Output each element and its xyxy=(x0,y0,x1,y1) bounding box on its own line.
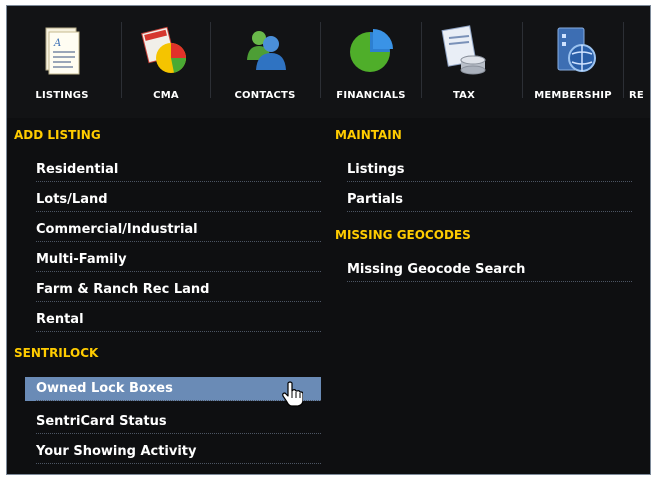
menu-item-rental[interactable]: Rental xyxy=(25,308,321,332)
toolbar-divider xyxy=(623,22,624,98)
missing-geocodes-heading: MISSING GEOCODES xyxy=(335,228,471,242)
toolbar-label: TAX xyxy=(452,90,476,101)
toolbar-divider xyxy=(320,22,321,98)
toolbar-cma[interactable]: CMA xyxy=(125,18,207,110)
menu-item-partials[interactable]: Partials xyxy=(336,188,632,212)
toolbar-label: FINANCIALS xyxy=(336,90,406,101)
menu-item-residential[interactable]: Residential xyxy=(25,158,321,182)
toolbar-contacts[interactable]: CONTACTS xyxy=(220,18,310,110)
listings-icon: A xyxy=(45,27,80,75)
toolbar-label: MEMBERSHIP xyxy=(534,90,612,101)
maintain-heading: MAINTAIN xyxy=(335,128,402,142)
toolbar-divider xyxy=(421,22,422,98)
sentrilock-heading: SENTRILOCK xyxy=(14,346,99,360)
hand-cursor-icon xyxy=(282,381,303,407)
cma-icon xyxy=(141,26,186,73)
menu-item-farm-ranch[interactable]: Farm & Ranch Rec Land xyxy=(25,278,321,302)
svg-text:A: A xyxy=(53,38,61,49)
toolbar-divider xyxy=(210,22,211,98)
toolbar-label: CMA xyxy=(153,90,179,101)
toolbar-label: LISTINGS xyxy=(35,90,89,101)
toolbar-label: RE xyxy=(629,90,644,101)
toolbar-tax[interactable]: TAX xyxy=(427,18,501,110)
toolbar-label: CONTACTS xyxy=(234,90,296,101)
toolbar-financials[interactable]: FINANCIALS xyxy=(325,18,417,110)
menu-item-sentricard-status[interactable]: SentriCard Status xyxy=(25,410,321,434)
menu-item-owned-lock-boxes[interactable]: Owned Lock Boxes xyxy=(25,377,321,401)
toolbar-divider xyxy=(121,22,122,98)
toolbar-membership[interactable]: MEMBERSHIP xyxy=(523,18,623,110)
menu-item-multi-family[interactable]: Multi-Family xyxy=(25,248,321,272)
menu-item-missing-geocode-search[interactable]: Missing Geocode Search xyxy=(336,258,632,282)
menu-panel: A LISTINGS CMA CONTACTS FINANCIALS TAX M… xyxy=(6,5,651,475)
add-listing-heading: ADD LISTING xyxy=(14,128,101,142)
module-toolbar: A LISTINGS CMA CONTACTS FINANCIALS TAX M… xyxy=(7,6,650,118)
menu-item-commercial-industrial[interactable]: Commercial/Industrial xyxy=(25,218,321,242)
tax-icon xyxy=(441,25,486,75)
menu-item-showing-activity[interactable]: Your Showing Activity xyxy=(25,440,321,464)
menu-item-maintain-listings[interactable]: Listings xyxy=(336,158,632,182)
toolbar-re[interactable]: RE xyxy=(629,18,650,110)
financials-icon xyxy=(350,29,393,72)
contacts-icon xyxy=(247,31,286,70)
membership-icon xyxy=(557,27,596,72)
toolbar-listings[interactable]: A LISTINGS xyxy=(17,18,107,110)
menu-item-lots-land[interactable]: Lots/Land xyxy=(25,188,321,212)
